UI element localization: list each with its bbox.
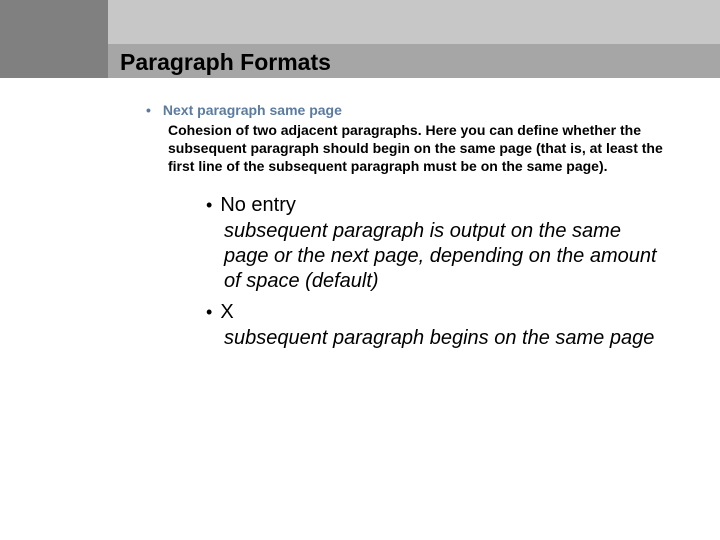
bullet-item-level1: • Next paragraph same page [146, 102, 666, 119]
top-band [0, 0, 720, 44]
slide: Paragraph Formats • Next paragraph same … [0, 0, 720, 540]
inner-heading: No entry [220, 193, 296, 217]
list-item: • No entry subsequent paragraph is outpu… [206, 193, 666, 294]
bullet-icon: • [206, 193, 220, 217]
inner-body: subsequent paragraph is output on the sa… [224, 219, 666, 294]
inner-body: subsequent paragraph begins on the same … [224, 326, 666, 351]
bullet-icon: • [146, 102, 163, 119]
inner-list: • No entry subsequent paragraph is outpu… [206, 193, 666, 351]
content-area: • Next paragraph same page Cohesion of t… [146, 102, 666, 357]
inner-heading: X [220, 300, 233, 324]
list-item: • X subsequent paragraph begins on the s… [206, 300, 666, 351]
bullet-icon: • [206, 300, 220, 324]
left-accent-block [0, 0, 108, 78]
level1-heading: Next paragraph same page [163, 102, 342, 119]
level1-body: Cohesion of two adjacent paragraphs. Her… [168, 121, 666, 175]
slide-title: Paragraph Formats [120, 51, 331, 74]
